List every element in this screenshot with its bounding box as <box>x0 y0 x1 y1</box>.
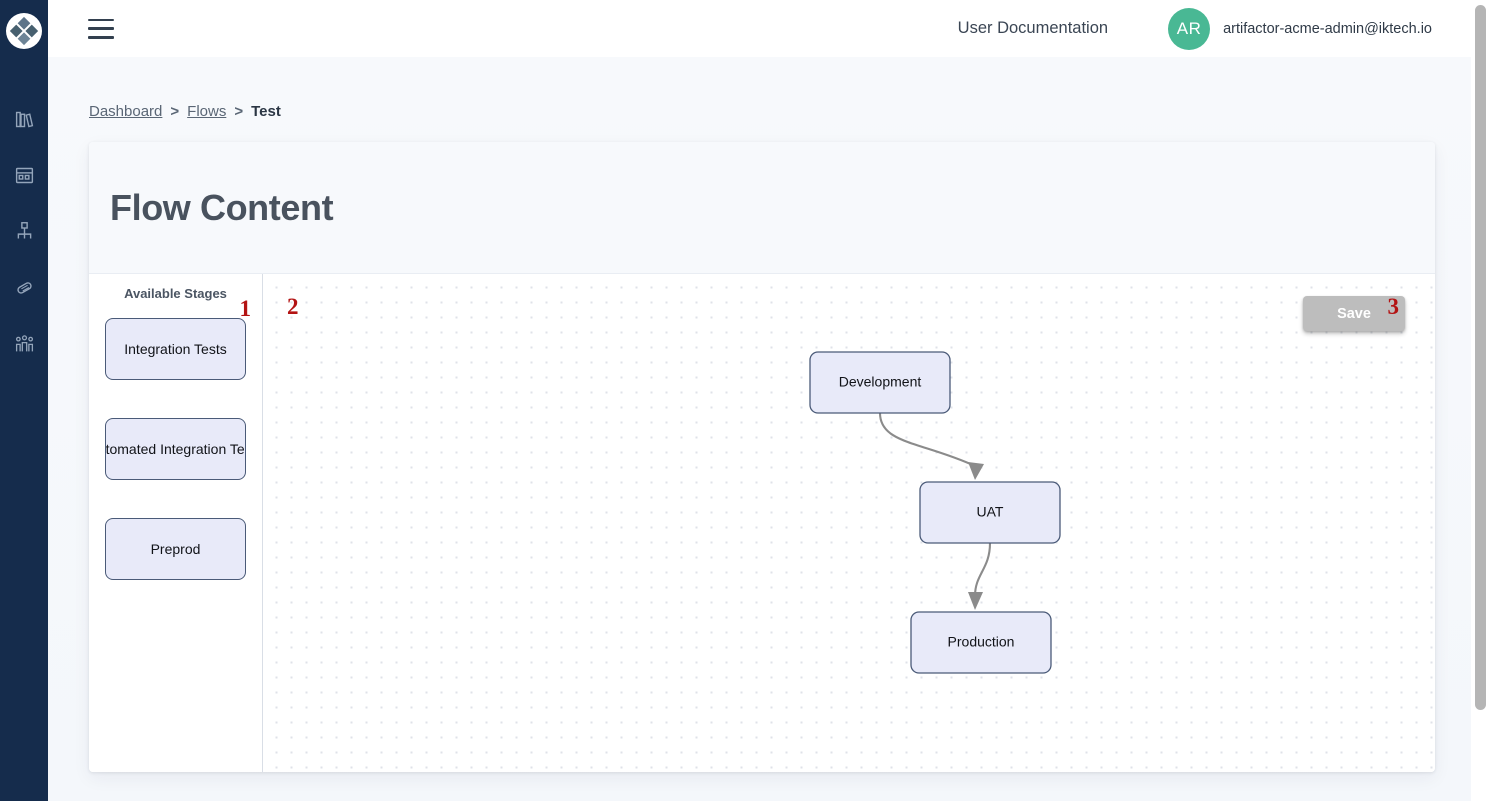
edge-development-uat <box>880 413 975 466</box>
sidebar-item-flows[interactable] <box>0 203 48 259</box>
avatar: AR <box>1168 8 1210 50</box>
page-scrollbar-track[interactable] <box>1471 0 1489 801</box>
flow-node-label: UAT <box>977 504 1004 520</box>
flow-node-uat[interactable]: UAT <box>920 482 1060 543</box>
annotation-badge-1: 1 <box>240 296 252 322</box>
rail-icon-list <box>0 91 48 371</box>
page-scrollbar-thumb[interactable] <box>1475 5 1486 710</box>
card-header: Flow Content <box>89 142 1435 274</box>
breadcrumb-separator: > <box>170 103 179 120</box>
available-stages-title: Available Stages <box>89 286 262 301</box>
sidebar-item-users[interactable] <box>0 315 48 371</box>
top-bar: User Documentation AR artifactor-acme-ad… <box>48 0 1480 57</box>
user-account-menu[interactable]: AR artifactor-acme-admin@iktech.io <box>1168 8 1432 50</box>
people-group-icon <box>14 333 35 354</box>
stage-item-preprod[interactable]: Preprod <box>105 518 246 580</box>
hamburger-menu-icon[interactable] <box>88 19 114 39</box>
paperclip-tag-icon <box>14 277 35 298</box>
user-documentation-link[interactable]: User Documentation <box>958 19 1108 38</box>
card-body: Available Stages 1 Integration Tests Aut… <box>89 274 1435 772</box>
left-nav-rail <box>0 0 48 801</box>
flow-node-label: Development <box>839 374 922 390</box>
save-button-wrapper: Save 3 <box>1303 296 1405 331</box>
breadcrumb-item-dashboard[interactable]: Dashboard <box>89 103 162 120</box>
flow-node-label: Production <box>948 634 1015 650</box>
flow-diagram: Development UAT Production <box>263 274 1435 772</box>
flow-canvas[interactable]: 2 Development <box>263 274 1435 772</box>
page-title: Flow Content <box>110 187 333 229</box>
flow-node-production[interactable]: Production <box>911 612 1051 673</box>
flow-distribute-icon <box>14 221 35 242</box>
breadcrumb-item-current: Test <box>251 103 281 120</box>
sidebar-item-artifacts[interactable] <box>0 259 48 315</box>
stage-item-integration-tests[interactable]: Integration Tests <box>105 318 246 380</box>
annotation-badge-3: 3 <box>1388 294 1400 320</box>
app-logo[interactable] <box>6 13 42 49</box>
edge-arrowhead <box>968 462 984 480</box>
sidebar-item-library[interactable] <box>0 91 48 147</box>
breadcrumb: Dashboard > Flows > Test <box>89 103 281 120</box>
edge-arrowhead <box>968 592 983 610</box>
edge-uat-production <box>975 543 990 596</box>
stage-item-automated-integration-tests[interactable]: Automated Integration Tests <box>105 418 246 480</box>
sidebar-item-dashboard[interactable] <box>0 147 48 203</box>
flow-content-card: Flow Content Available Stages 1 Integrat… <box>89 142 1435 772</box>
breadcrumb-item-flows[interactable]: Flows <box>187 103 226 120</box>
app-root: User Documentation AR artifactor-acme-ad… <box>0 0 1489 801</box>
books-library-icon <box>14 109 35 130</box>
browser-window-icon <box>14 165 35 186</box>
breadcrumb-separator: > <box>234 103 243 120</box>
diamond-logo-icon <box>10 17 38 45</box>
stage-list: Integration Tests Automated Integration … <box>89 318 262 618</box>
available-stages-panel: Available Stages 1 Integration Tests Aut… <box>89 274 263 772</box>
user-email-label: artifactor-acme-admin@iktech.io <box>1223 21 1432 37</box>
page-body: Dashboard > Flows > Test Flow Content Av… <box>48 57 1480 801</box>
flow-node-development[interactable]: Development <box>810 352 950 413</box>
